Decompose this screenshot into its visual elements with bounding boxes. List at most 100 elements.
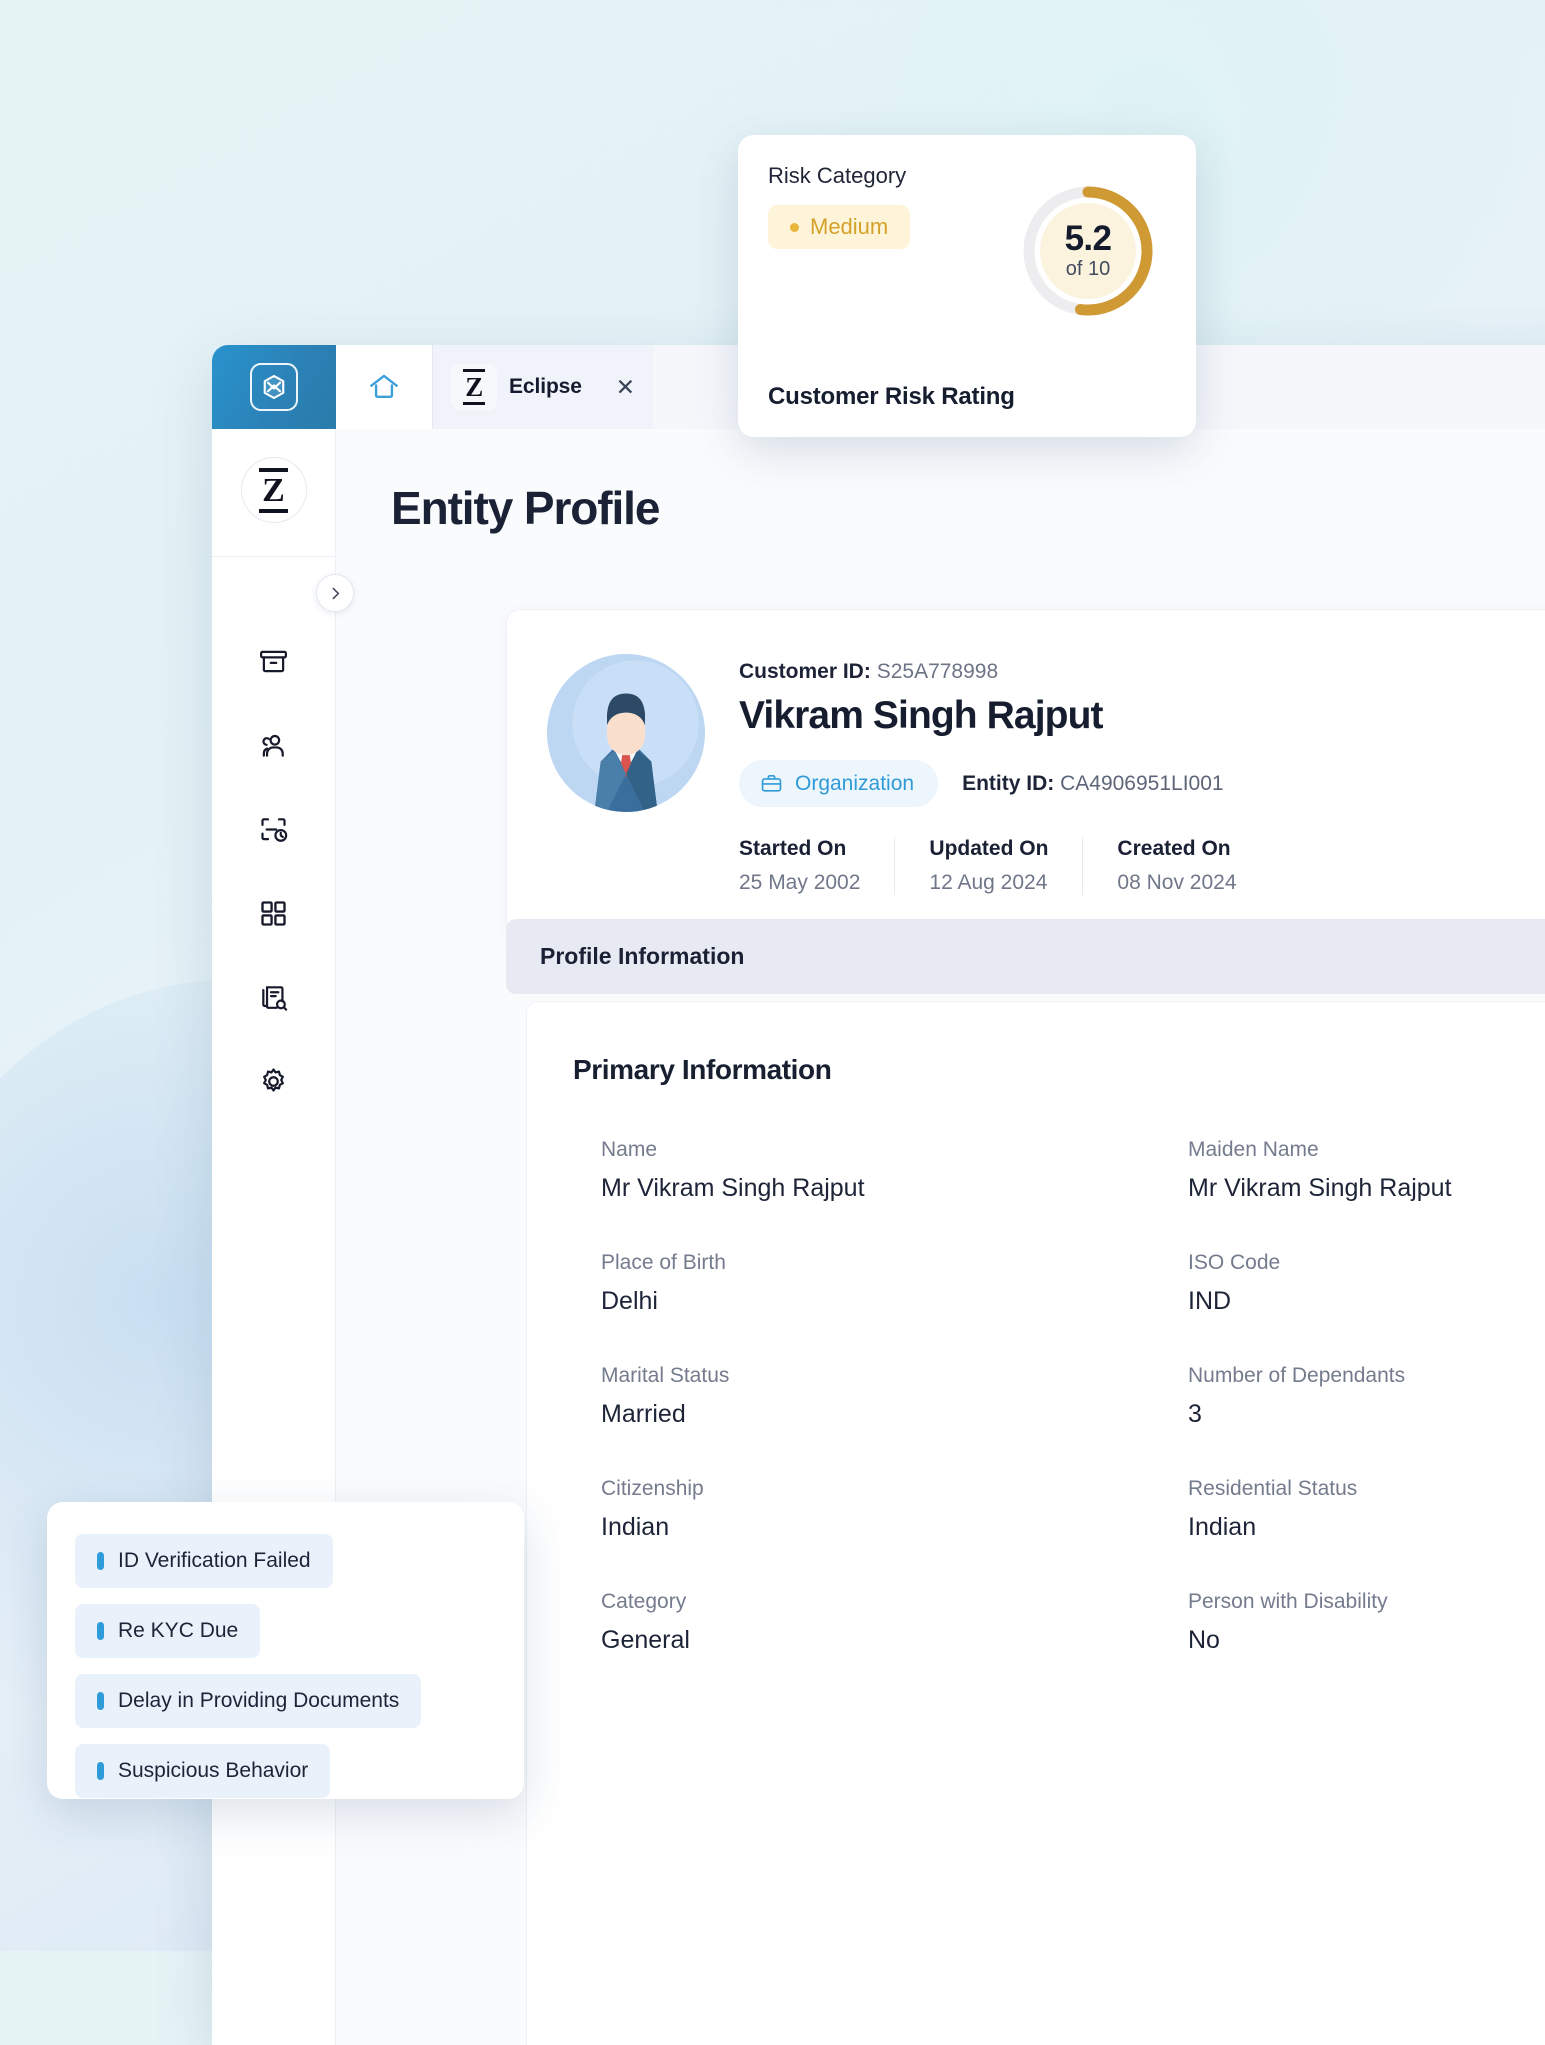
home-tab-button[interactable] [336, 345, 432, 429]
sidebar-item-screening[interactable] [248, 809, 300, 849]
field-label: Category [601, 1590, 687, 1613]
page-title: Entity Profile [391, 482, 660, 534]
briefcase-icon [761, 774, 782, 792]
date-value: 12 Aug 2024 [929, 871, 1048, 894]
field-label: Number of Dependants [1188, 1364, 1406, 1387]
entity-details: Customer ID: S25A778998 Vikram Singh Raj… [739, 654, 1545, 895]
sidebar-expand-button[interactable] [316, 574, 354, 612]
field-label: Maiden Name [1188, 1138, 1319, 1161]
date-created-on: Created On 08 Nov 2024 [1082, 837, 1270, 895]
users-icon [262, 734, 284, 757]
field-value: Mr Vikram Singh Rajput [601, 1174, 865, 1202]
date-label: Created On [1117, 837, 1231, 860]
sidebar-logo[interactable]: Z [240, 457, 307, 523]
field-label: Citizenship [601, 1477, 704, 1500]
tab-favicon-letter: Z [463, 369, 485, 405]
entity-name: Vikram Singh Rajput [739, 694, 1103, 737]
alert-marker-icon [97, 1552, 104, 1570]
tab-eclipse[interactable]: Z Eclipse ✕ [433, 345, 653, 429]
tab-favicon: Z [451, 364, 497, 410]
alert-chip-id-verification-failed[interactable]: ID Verification Failed [75, 1534, 333, 1588]
sidebar-divider [212, 556, 335, 557]
customer-id-label: Customer ID: [739, 660, 871, 683]
field-value: Indian [601, 1513, 670, 1541]
entity-id-value: CA4906951LI001 [1060, 771, 1224, 795]
customer-id-row: Customer ID: S25A778998 [739, 660, 1545, 684]
profile-information-body: Primary Information Name Mr Vikram Singh… [526, 1001, 1545, 2045]
field-maiden-name: Maiden Name Mr Vikram Singh Rajput [1188, 1138, 1545, 1203]
field-name: Name Mr Vikram Singh Rajput [601, 1138, 1038, 1203]
alert-marker-icon [97, 1762, 104, 1780]
profile-information-header: Profile Information [506, 919, 1545, 994]
sidebar-item-archive[interactable] [248, 641, 300, 681]
main-content: Entity Profile Customer ID: S25A778998 V… [336, 429, 1545, 2045]
alert-marker-icon [97, 1622, 104, 1640]
field-marital-status: Marital Status Married [601, 1364, 1038, 1429]
field-label: Person with Disability [1188, 1590, 1388, 1613]
field-citizenship: Citizenship Indian [601, 1477, 1038, 1542]
alert-chip-suspicious-behavior[interactable]: Suspicious Behavior [75, 1744, 331, 1798]
field-value: IND [1188, 1287, 1232, 1315]
field-value: General [601, 1626, 690, 1654]
avatar [547, 654, 705, 812]
risk-score-gauge: 5.2 of 10 [1012, 175, 1164, 327]
alert-label: Suspicious Behavior [118, 1759, 309, 1782]
field-category: Category General [601, 1590, 1038, 1655]
date-value: 08 Nov 2024 [1117, 871, 1237, 894]
risk-card-footer-title: Customer Risk Rating [768, 383, 1015, 410]
date-updated-on: Updated On 12 Aug 2024 [894, 837, 1082, 895]
date-value: 25 May 2002 [739, 871, 861, 894]
scan-clock-icon [261, 817, 288, 842]
risk-category-value: Medium [810, 214, 889, 239]
risk-score-max: of 10 [1065, 258, 1111, 281]
home-icon [370, 374, 398, 399]
grid-squares-icon [261, 900, 286, 926]
field-label: Marital Status [601, 1364, 730, 1387]
field-value: 3 [1188, 1400, 1202, 1428]
gear-icon [263, 1067, 284, 1092]
field-value: Mr Vikram Singh Rajput [1188, 1174, 1452, 1202]
alert-chip-delay-in-providing-documents[interactable]: Delay in Providing Documents [75, 1674, 422, 1728]
date-label: Started On [739, 837, 847, 860]
field-place-of-birth: Place of Birth Delhi [601, 1251, 1038, 1316]
alert-label: ID Verification Failed [118, 1549, 311, 1572]
field-label: ISO Code [1188, 1251, 1281, 1274]
sidebar-item-customers[interactable] [248, 725, 300, 765]
chevron-right-icon [332, 587, 339, 599]
alert-label: Re KYC Due [118, 1619, 239, 1642]
field-number-of-dependants: Number of Dependants 3 [1188, 1364, 1545, 1429]
field-person-with-disability: Person with Disability No [1188, 1590, 1545, 1655]
archive-box-icon [260, 650, 287, 672]
tab-label: Eclipse [509, 375, 582, 398]
risk-score-value: 5.2 [1064, 218, 1112, 258]
customer-id-value: S25A778998 [876, 660, 999, 683]
field-label: Name [601, 1138, 658, 1161]
close-icon[interactable]: ✕ [614, 375, 637, 399]
primary-information-fields: Name Mr Vikram Singh Rajput Maiden Name … [573, 1138, 1545, 1655]
entity-id-row: Entity ID: CA4906951LI001 [962, 772, 1224, 796]
field-value: Indian [1188, 1513, 1257, 1541]
gauge-center-text: 5.2 of 10 [1012, 175, 1164, 327]
field-residential-status: Residential Status Indian [1188, 1477, 1545, 1542]
brand-logo-tile[interactable] [212, 345, 336, 429]
sidebar-item-reports[interactable] [248, 977, 300, 1017]
entity-type-label: Organization [795, 771, 915, 795]
sidebar-nav [248, 641, 300, 1101]
primary-information-title: Primary Information [573, 1054, 832, 1085]
customer-risk-rating-card: Risk Category Medium 5.2 of 10 Customer … [738, 135, 1196, 437]
sidebar: Z [212, 429, 354, 2045]
alert-chip-re-kyc-due[interactable]: Re KYC Due [75, 1604, 261, 1658]
sidebar-item-settings[interactable] [248, 1061, 300, 1101]
risk-dot-icon [790, 222, 799, 232]
field-label: Residential Status [1188, 1477, 1358, 1500]
date-started-on: Started On 25 May 2002 [739, 837, 894, 895]
sidebar-item-dashboard[interactable] [248, 893, 300, 933]
field-iso-code: ISO Code IND [1188, 1251, 1545, 1316]
cube-network-logo-icon [250, 363, 298, 411]
alerts-list: ID Verification Failed Re KYC Due Delay … [75, 1534, 496, 1798]
alert-marker-icon [97, 1692, 104, 1710]
risk-category-badge: Medium [768, 205, 911, 249]
entity-type-chip[interactable]: Organization [739, 760, 939, 807]
document-search-icon [262, 985, 288, 1011]
user-avatar-illustration [547, 654, 705, 812]
